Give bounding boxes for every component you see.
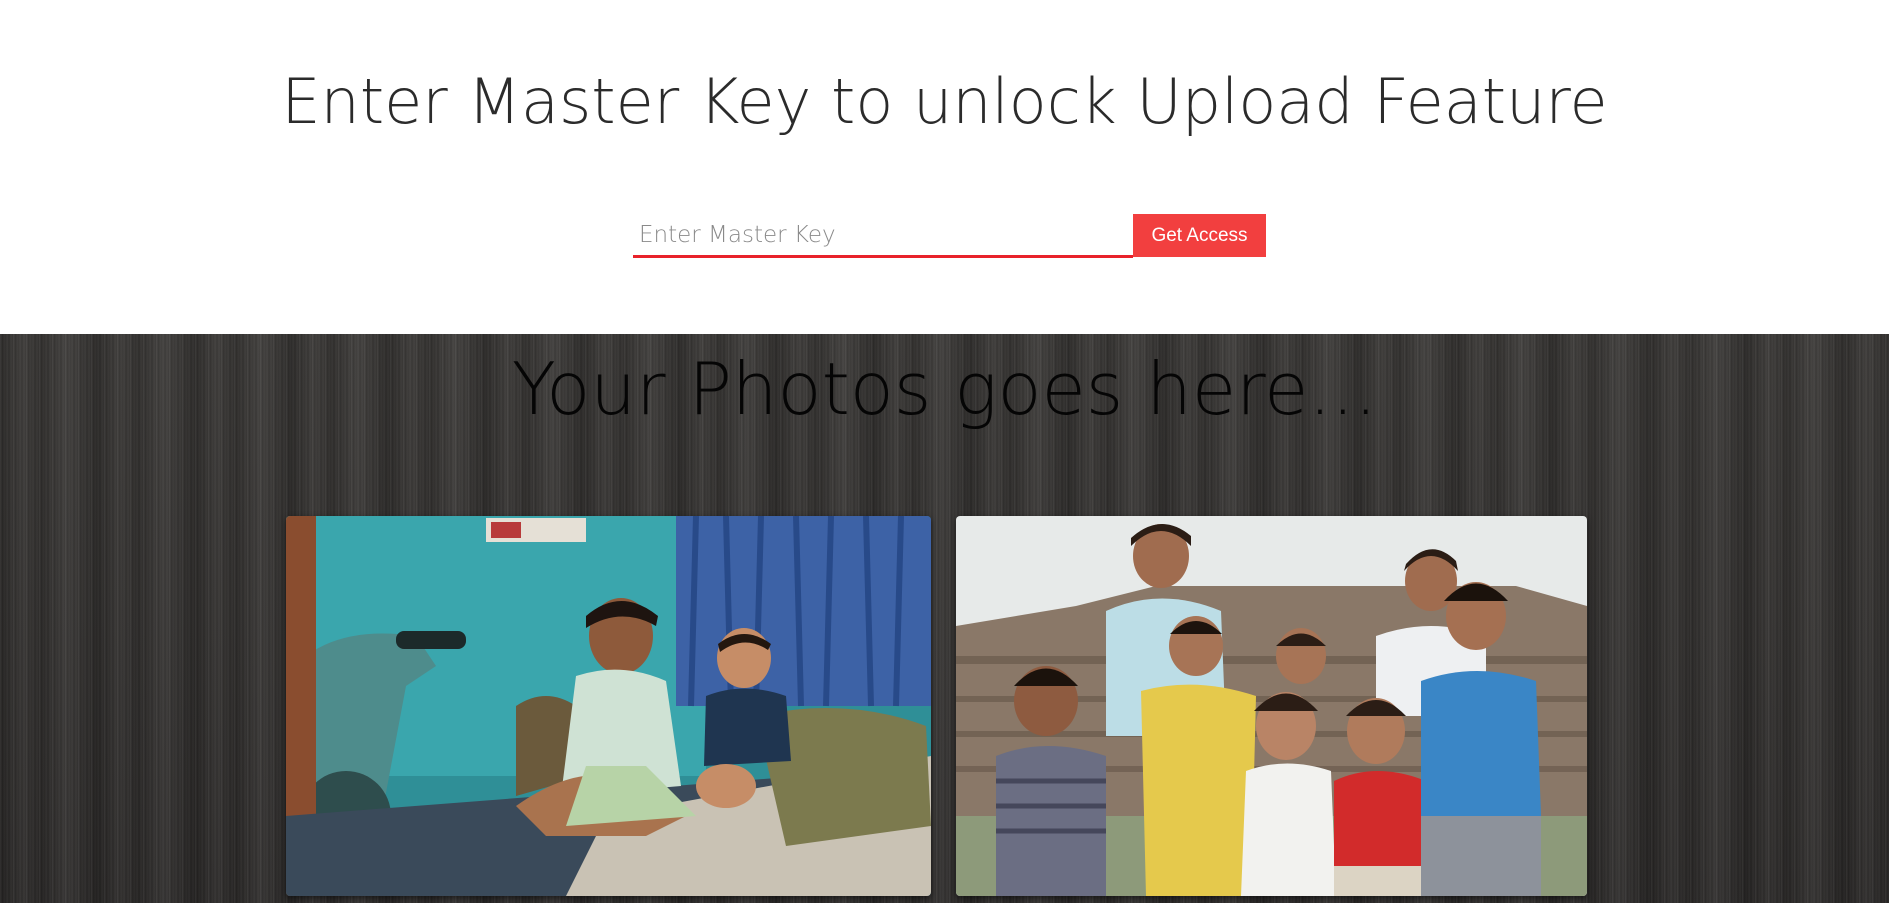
photo-gallery: Your Photos goes here... [0,334,1889,903]
gallery-title: Your Photos goes here... [511,347,1378,431]
master-key-input[interactable] [633,214,1133,258]
unlock-section: Enter Master Key to unlock Upload Featur… [0,0,1889,334]
photo-card[interactable] [286,516,931,896]
photo-card[interactable] [956,516,1587,896]
get-access-button[interactable]: Get Access [1133,214,1266,257]
unlock-heading: Enter Master Key to unlock Upload Featur… [281,65,1608,138]
photo-image [956,516,1587,896]
photo-image [286,516,931,896]
